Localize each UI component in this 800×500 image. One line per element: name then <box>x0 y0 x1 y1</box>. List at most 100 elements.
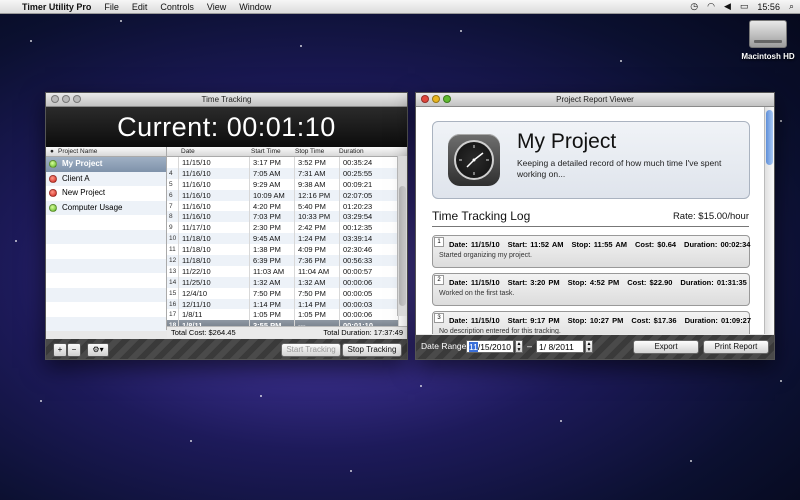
row-date: 11/22/10 <box>178 265 250 277</box>
table-row[interactable]: 10 11/18/10 9:45 AM 1:24 PM 03:39:14 <box>167 233 399 245</box>
row-date: 11/16/10 <box>178 200 250 212</box>
remove-project-button[interactable]: − <box>67 343 81 357</box>
report-scrollbar[interactable] <box>764 107 774 334</box>
table-row[interactable]: 15 12/4/10 7:50 PM 7:50 PM 00:00:05 <box>167 287 399 299</box>
empty-row <box>46 273 166 288</box>
row-start-time: 7:05 AM <box>249 167 295 179</box>
battery-icon[interactable]: ▭ <box>740 1 749 12</box>
row-stop-time: 4:09 PM <box>294 244 340 256</box>
entry-start: Start: 11:52 AM <box>507 240 564 249</box>
from-date-rest[interactable]: /15/2010 <box>478 342 511 352</box>
menubar-clock[interactable]: 15:56 <box>757 2 780 12</box>
table-row[interactable]: 4 11/16/10 7:05 AM 7:31 AM 00:25:55 <box>167 167 399 179</box>
entry-date: Date: 11/15/10 <box>449 316 500 325</box>
time-tracking-body: ● Project Name My Project Client A New Pro… <box>46 147 407 331</box>
stop-time-column-header[interactable]: Stop Time <box>295 147 339 156</box>
duration-column-header[interactable]: Duration <box>339 147 364 156</box>
print-report-button[interactable]: Print Report <box>703 340 769 354</box>
sound-icon[interactable]: ◀ <box>724 1 731 12</box>
scroll-thumb[interactable] <box>399 186 406 306</box>
entry-date: Date: 11/15/10 <box>449 240 500 249</box>
entry-duration: Duration: 01:09:27 <box>684 316 752 325</box>
row-duration: 00:00:05 <box>339 287 399 299</box>
window-controls <box>421 95 451 103</box>
status-indicator-icon <box>49 203 57 212</box>
project-title: My Project <box>517 130 617 153</box>
macintosh-hd-desktop-icon[interactable]: Macintosh HD <box>736 20 800 61</box>
close-button[interactable] <box>51 95 59 103</box>
table-row[interactable]: 6 11/16/10 10:09 AM 12:16 PM 02:07:05 <box>167 189 399 201</box>
zoom-button[interactable] <box>73 95 81 103</box>
report-titlebar[interactable]: Project Report Viewer <box>416 93 774 107</box>
from-date-field[interactable]: 11/15/2010 <box>466 340 514 353</box>
menu-edit[interactable]: Edit <box>132 2 148 12</box>
timer-status-icon[interactable]: ◷ <box>690 1 698 12</box>
table-row[interactable]: 11 11/18/10 1:38 PM 4:09 PM 02:30:46 <box>167 244 399 256</box>
wifi-icon[interactable]: ◠ <box>707 1 715 12</box>
start-tracking-button[interactable]: Start Tracking <box>281 343 341 357</box>
row-start-time: 1:14 PM <box>249 298 295 310</box>
menu-app-name[interactable]: Timer Utility Pro <box>22 2 91 12</box>
row-date: 11/18/10 <box>178 255 250 266</box>
project-row[interactable]: Computer Usage <box>46 200 166 215</box>
table-row[interactable]: 9 11/17/10 2:30 PM 2:42 PM 00:12:35 <box>167 222 399 234</box>
status-indicator-icon <box>49 174 57 183</box>
project-row[interactable]: My Project <box>46 157 166 172</box>
date-range-dash: – <box>527 341 533 351</box>
empty-row <box>46 244 166 259</box>
table-row[interactable]: 5 11/16/10 9:29 AM 9:38 AM 00:09:21 <box>167 178 399 190</box>
gear-menu-button[interactable]: ⚙▾ <box>87 343 109 357</box>
row-stop-time: 7:36 PM <box>294 255 340 266</box>
menu-file[interactable]: File <box>104 2 119 12</box>
menu-view[interactable]: View <box>207 2 226 12</box>
window-controls <box>51 95 81 103</box>
table-row[interactable]: 13 11/22/10 11:03 AM 11:04 AM 00:00:57 <box>167 265 399 277</box>
menu-window[interactable]: Window <box>239 2 271 12</box>
time-tracking-titlebar[interactable]: Time Tracking <box>46 93 407 107</box>
row-number: 8 <box>167 211 179 223</box>
project-row[interactable]: New Project <box>46 186 166 201</box>
project-list-header[interactable]: ● Project Name <box>46 147 166 157</box>
date-column-header[interactable]: Date <box>181 147 251 156</box>
start-time-column-header[interactable]: Start Time <box>251 147 295 156</box>
zoom-button[interactable] <box>443 95 451 103</box>
table-row[interactable]: 8 11/16/10 7:03 PM 10:33 PM 03:29:54 <box>167 211 399 223</box>
row-date: 11/16/10 <box>178 178 250 190</box>
project-row[interactable]: Client A <box>46 171 166 186</box>
log-entry: 3 Date: 11/15/10 Start: 9:17 PM Stop: 10:27… <box>432 311 752 334</box>
to-date-field[interactable]: 1/ 8/2011 <box>536 340 584 353</box>
project-name-column-header[interactable]: Project Name <box>58 147 97 156</box>
add-project-button[interactable]: + <box>53 343 67 357</box>
time-tracking-window: Time Tracking Current: 00:01:10 ● Projec… <box>45 92 408 360</box>
to-date-stepper[interactable]: ▲ ▼ <box>585 340 593 353</box>
from-date-month[interactable]: 11 <box>469 342 478 352</box>
table-row[interactable]: 11/15/10 3:17 PM 3:52 PM 00:35:24 <box>167 157 399 168</box>
table-row[interactable]: 12 11/18/10 6:39 PM 7:36 PM 00:56:33 <box>167 255 399 266</box>
row-start-time: 7:50 PM <box>249 287 295 299</box>
row-duration: 03:29:54 <box>339 211 399 223</box>
table-row[interactable]: 17 1/8/11 1:05 PM 1:05 PM 00:00:06 <box>167 309 399 321</box>
time-log-scrollbar[interactable] <box>397 156 407 316</box>
menu-controls[interactable]: Controls <box>160 2 194 12</box>
table-row[interactable]: 7 11/16/10 4:20 PM 5:40 PM 01:20:23 <box>167 200 399 212</box>
log-divider <box>432 226 749 227</box>
from-date-stepper[interactable]: ▲ ▼ <box>515 340 523 353</box>
row-stop-time: 9:38 AM <box>294 178 340 190</box>
minimize-button[interactable] <box>432 95 440 103</box>
row-stop-time: 7:50 PM <box>294 287 340 299</box>
status-column-header[interactable]: ● <box>46 147 58 156</box>
report-content: My Project Keeping a detailed record of … <box>416 107 765 334</box>
row-duration: 00:35:24 <box>339 157 399 168</box>
row-number: 7 <box>167 200 179 212</box>
row-duration: 01:20:23 <box>339 200 399 212</box>
row-stop-time: 3:52 PM <box>294 157 340 168</box>
spotlight-search-icon[interactable]: ⌕ <box>789 1 794 12</box>
minimize-button[interactable] <box>62 95 70 103</box>
table-row[interactable]: 14 11/25/10 1:32 AM 1:32 AM 00:00:06 <box>167 276 399 288</box>
scroll-thumb[interactable] <box>766 110 773 165</box>
row-stop-time: 10:33 PM <box>294 211 340 223</box>
export-button[interactable]: Export <box>633 340 699 354</box>
stop-tracking-button[interactable]: Stop Tracking <box>342 343 402 357</box>
close-button[interactable] <box>421 95 429 103</box>
table-row[interactable]: 16 12/11/10 1:14 PM 1:14 PM 00:00:03 <box>167 298 399 310</box>
